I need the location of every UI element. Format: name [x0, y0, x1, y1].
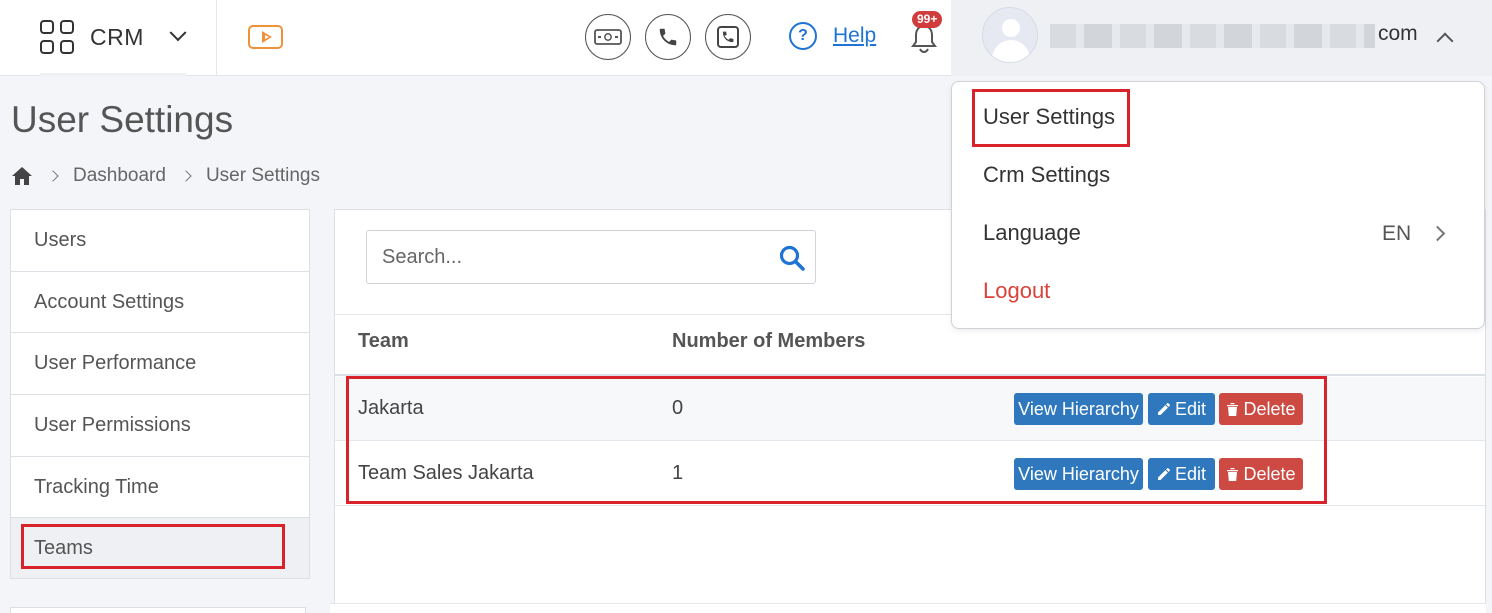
delete-button[interactable]: Delete	[1219, 458, 1303, 490]
search-icon[interactable]	[778, 244, 806, 272]
sidebar-item-label: Tracking Time	[34, 475, 159, 498]
menu-item-language[interactable]: Language	[983, 220, 1081, 246]
sidebar-item-user-performance[interactable]: User Performance	[10, 332, 310, 395]
sidebar-item-account-settings[interactable]: Account Settings	[10, 270, 310, 333]
sidebar-item-teams[interactable]: Teams	[10, 517, 310, 580]
app-switcher[interactable]: CRM	[40, 19, 187, 55]
sidebar-item-label: User Permissions	[34, 413, 191, 436]
language-value: EN	[1382, 222, 1412, 245]
member-count-cell: 0	[672, 397, 684, 419]
delete-label: Delete	[1243, 398, 1296, 419]
breadcrumb: Dashboard User Settings	[11, 165, 320, 187]
help-label: Help	[833, 24, 877, 47]
phone-book-button[interactable]	[705, 14, 751, 60]
money-icon	[594, 29, 622, 45]
sidebar-item-label: Users	[34, 228, 87, 251]
menu-item-user-settings[interactable]: User Settings	[983, 104, 1115, 130]
search-box	[366, 230, 816, 284]
video-tutorial-icon[interactable]	[248, 25, 283, 49]
team-name-cell: Team Sales Jakarta	[358, 462, 534, 484]
breadcrumb-current: User Settings	[205, 165, 320, 186]
chevron-down-icon	[169, 24, 187, 42]
help-link[interactable]: ? Help	[789, 22, 876, 50]
pencil-icon	[1157, 402, 1171, 415]
breadcrumb-separator-icon	[47, 170, 59, 182]
apps-grid-icon	[40, 20, 74, 54]
sidebar-item-users[interactable]: Users	[10, 209, 310, 271]
user-email-redacted	[1050, 24, 1375, 48]
question-circle-icon: ?	[789, 22, 817, 50]
pencil-icon	[1157, 467, 1171, 480]
edit-label: Edit	[1174, 463, 1207, 484]
column-header-team[interactable]: Team	[358, 330, 409, 353]
call-button[interactable]	[645, 14, 691, 60]
menu-item-crm-settings[interactable]: Crm Settings	[983, 162, 1110, 188]
trash-icon	[1227, 468, 1239, 481]
breadcrumb-separator-icon	[180, 170, 192, 182]
view-hierarchy-button[interactable]: View Hierarchy	[1014, 458, 1143, 490]
sidebar-item-tracking-time[interactable]: Tracking Time	[10, 455, 310, 518]
phone-icon	[659, 28, 677, 46]
card-footer-edge	[330, 603, 1486, 613]
notification-badge: 99+	[912, 11, 943, 28]
view-hierarchy-button[interactable]: View Hierarchy	[1014, 393, 1143, 425]
edit-button[interactable]: Edit	[1148, 393, 1215, 425]
edit-button[interactable]: Edit	[1148, 458, 1215, 490]
sidebar-item-label: Account Settings	[34, 290, 185, 313]
sidebar-item-label: Teams	[34, 536, 93, 559]
trash-icon	[1227, 403, 1239, 416]
table-row	[335, 377, 1485, 441]
team-name-cell: Jakarta	[358, 397, 424, 419]
sidebar-item-user-permissions[interactable]: User Permissions	[10, 394, 310, 456]
avatar[interactable]	[982, 7, 1038, 63]
settings-sidebar: Users Account Settings User Performance …	[10, 209, 310, 580]
page-title: User Settings	[11, 99, 234, 140]
sidebar-next-panel	[10, 607, 306, 613]
user-email-suffix: com	[1378, 22, 1418, 45]
phone-square-icon	[717, 26, 739, 48]
app-switcher-underline	[40, 73, 186, 76]
money-button[interactable]	[585, 14, 631, 60]
menu-item-logout[interactable]: Logout	[983, 278, 1050, 304]
breadcrumb-dashboard[interactable]: Dashboard	[73, 165, 166, 187]
view-hierarchy-label: View Hierarchy	[1018, 398, 1139, 419]
delete-label: Delete	[1243, 463, 1296, 484]
member-count-cell: 1	[672, 462, 684, 484]
delete-button[interactable]: Delete	[1219, 393, 1303, 425]
search-input[interactable]	[367, 231, 767, 283]
column-header-members[interactable]: Number of Members	[672, 330, 865, 353]
header-divider	[216, 0, 217, 76]
home-icon[interactable]	[11, 166, 33, 186]
app-name: CRM	[90, 23, 144, 50]
view-hierarchy-label: View Hierarchy	[1018, 463, 1139, 484]
sidebar-item-label: User Performance	[34, 352, 197, 375]
edit-label: Edit	[1174, 398, 1207, 419]
